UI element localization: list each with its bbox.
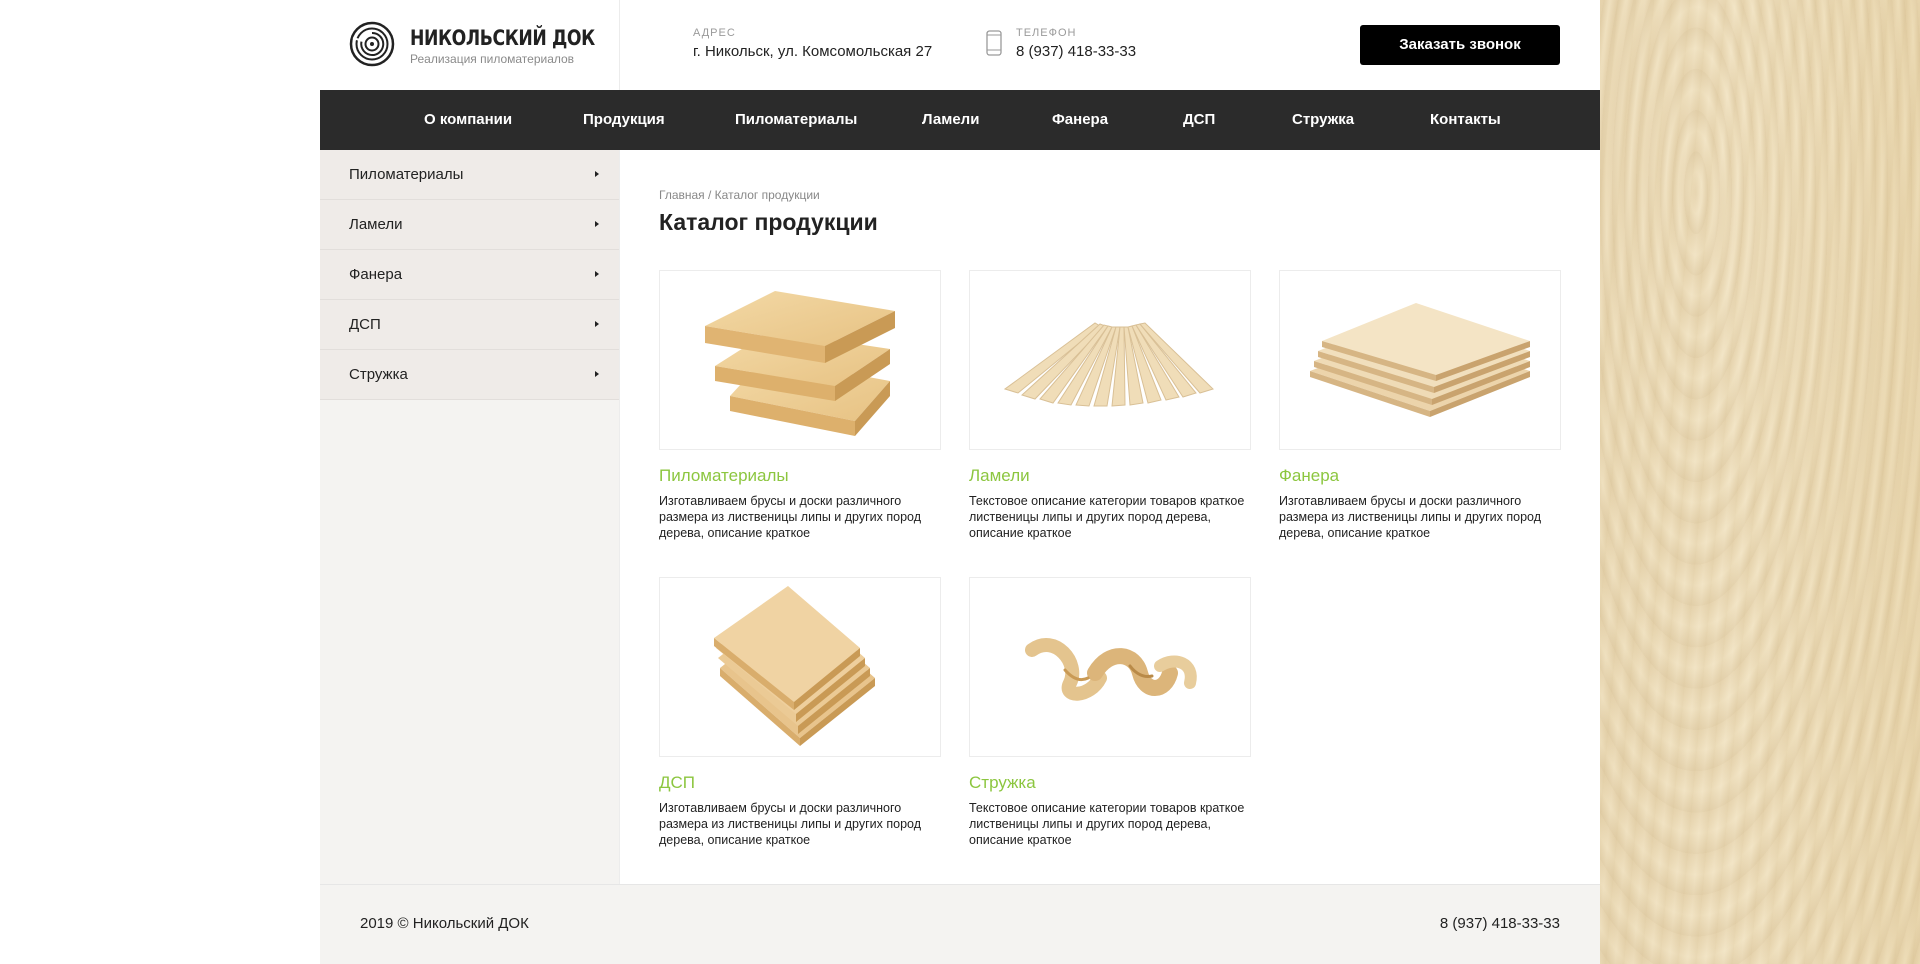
chipboard-image[interactable] — [659, 577, 941, 757]
sidebar-item-label: Фанера — [349, 266, 403, 283]
site-container: НИКОЛЬСКИЙ ДОК Реализация пиломатериалов… — [320, 0, 1600, 964]
logo-title: НИКОЛЬСКИЙ ДОК — [410, 26, 595, 50]
card-description: Текстовое описание категории товаров кра… — [969, 494, 1245, 540]
chevron-right-icon — [595, 171, 599, 177]
sidebar-item-label: Пиломатериалы — [349, 166, 464, 183]
sidebar-item-shavings[interactable]: Стружка — [320, 350, 619, 400]
nav-item-shavings[interactable]: Стружка — [1292, 90, 1354, 150]
logo[interactable]: НИКОЛЬСКИЙ ДОК Реализация пиломатериалов — [320, 0, 620, 90]
nav-item-about[interactable]: О компании — [424, 90, 512, 150]
nav-item-lumber[interactable]: Пиломатериалы — [735, 90, 857, 150]
card-title[interactable]: Фанера — [1279, 466, 1339, 486]
card-description: Изготавливаем брусы и доски различного р… — [1279, 494, 1542, 540]
card-title[interactable]: Стружка — [969, 773, 1036, 793]
sidebar-item-plywood[interactable]: Фанера — [320, 250, 619, 300]
nav-item-plywood[interactable]: Фанера — [1052, 90, 1108, 150]
breadcrumb[interactable]: Главная / Каталог продукции — [659, 188, 820, 202]
lumber-image[interactable] — [659, 270, 941, 450]
card-description: Текстовое описание категории товаров кра… — [969, 801, 1245, 847]
address-value: г. Никольск, ул. Комсомольская 27 — [693, 43, 933, 60]
header: НИКОЛЬСКИЙ ДОК Реализация пиломатериалов… — [320, 0, 1600, 90]
chevron-right-icon — [595, 221, 599, 227]
tree-rings-icon — [349, 21, 395, 67]
chevron-right-icon — [595, 371, 599, 377]
sidebar-item-label: Стружка — [349, 366, 408, 383]
sidebar: Пиломатериалы Ламели Фанера ДСП Стружка — [320, 150, 620, 884]
chevron-right-icon — [595, 271, 599, 277]
sidebar-item-label: ДСП — [349, 316, 381, 333]
nav-item-chipboard[interactable]: ДСП — [1183, 90, 1215, 150]
phone-label: ТЕЛЕФОН — [1016, 27, 1077, 39]
nav-item-products[interactable]: Продукция — [583, 90, 665, 150]
main-nav: О компании Продукция Пиломатериалы Ламел… — [320, 90, 1600, 150]
card-title[interactable]: Ламели — [969, 466, 1030, 486]
lamellas-image[interactable] — [969, 270, 1251, 450]
address-label: АДРЕС — [693, 27, 736, 39]
footer-copyright: 2019 © Никольский ДОК — [360, 915, 529, 932]
card-description: Изготавливаем брусы и доски различного р… — [659, 494, 922, 540]
sidebar-item-lumber[interactable]: Пиломатериалы — [320, 150, 619, 200]
chevron-right-icon — [595, 321, 599, 327]
sidebar-item-chipboard[interactable]: ДСП — [320, 300, 619, 350]
sidebar-item-lamellas[interactable]: Ламели — [320, 200, 619, 250]
page-title: Каталог продукции — [659, 209, 878, 235]
nav-item-contacts[interactable]: Контакты — [1430, 90, 1501, 150]
phone-value[interactable]: 8 (937) 418-33-33 — [1016, 43, 1136, 60]
sidebar-item-label: Ламели — [349, 216, 403, 233]
wood-texture-background — [1600, 0, 1920, 964]
card-title[interactable]: ДСП — [659, 773, 695, 793]
logo-subtitle: Реализация пиломатериалов — [410, 52, 575, 66]
phone-icon — [986, 30, 1002, 56]
nav-item-lamellas[interactable]: Ламели — [922, 90, 979, 150]
plywood-image[interactable] — [1279, 270, 1561, 450]
shavings-image[interactable] — [969, 577, 1251, 757]
card-title[interactable]: Пиломатериалы — [659, 466, 789, 486]
order-call-button[interactable]: Заказать звонок — [1360, 25, 1560, 65]
footer: 2019 © Никольский ДОК 8 (937) 418-33-33 — [320, 884, 1600, 964]
card-description: Изготавливаем брусы и доски различного р… — [659, 801, 922, 847]
footer-phone[interactable]: 8 (937) 418-33-33 — [1440, 915, 1560, 932]
